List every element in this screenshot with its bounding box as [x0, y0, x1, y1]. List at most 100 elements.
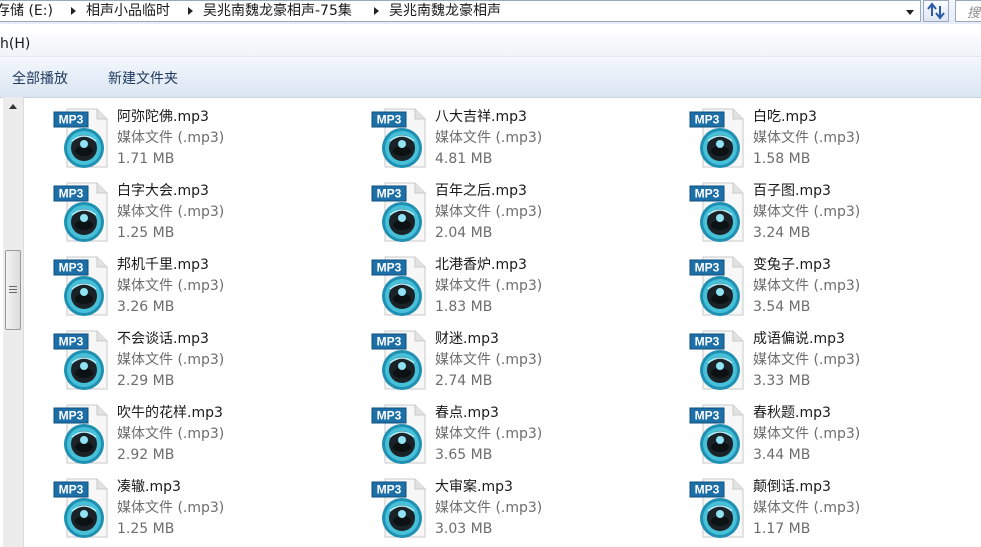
scroll-up-arrow-icon[interactable]: [9, 104, 17, 109]
file-item[interactable]: MP3 财迷.mp3 媒体文件 (.mp3) 2.74 MB: [371, 329, 671, 395]
svg-text:MP3: MP3: [59, 187, 84, 201]
file-item[interactable]: MP3 百年之后.mp3 媒体文件 (.mp3) 2.04 MB: [371, 181, 671, 247]
file-name: 成语偏说.mp3: [753, 331, 845, 347]
svg-text:MP3: MP3: [695, 187, 720, 201]
file-item[interactable]: MP3 凑辙.mp3 媒体文件 (.mp3) 1.25 MB: [53, 477, 353, 543]
file-name: 白吃.mp3: [753, 109, 817, 125]
file-type: 媒体文件 (.mp3): [435, 500, 543, 516]
file-name: 春点.mp3: [435, 405, 499, 421]
file-name: 凑辙.mp3: [117, 479, 181, 495]
mp3-file-icon: MP3: [689, 478, 744, 538]
file-item[interactable]: MP3 八大吉祥.mp3 媒体文件 (.mp3) 4.81 MB: [371, 107, 671, 173]
file-name: 阿弥陀佛.mp3: [117, 109, 209, 125]
file-name: 百子图.mp3: [753, 183, 831, 199]
breadcrumb-folder-2[interactable]: 吴兆南魏龙豪相声-75集: [203, 2, 352, 20]
mp3-file-icon: MP3: [689, 330, 744, 390]
file-size: 1.25 MB: [117, 225, 175, 241]
mp3-file-icon: MP3: [53, 256, 108, 316]
svg-text:MP3: MP3: [377, 187, 402, 201]
svg-text:MP3: MP3: [377, 113, 402, 127]
svg-text:MP3: MP3: [695, 483, 720, 497]
file-type: 媒体文件 (.mp3): [435, 426, 543, 442]
breadcrumb-folder-1[interactable]: 相声小品临时: [86, 2, 170, 20]
svg-text:MP3: MP3: [59, 261, 84, 275]
svg-text:MP3: MP3: [695, 261, 720, 275]
file-item[interactable]: MP3 白字大会.mp3 媒体文件 (.mp3) 1.25 MB: [53, 181, 353, 247]
file-type: 媒体文件 (.mp3): [435, 278, 543, 294]
file-type: 媒体文件 (.mp3): [435, 130, 543, 146]
file-type: 媒体文件 (.mp3): [117, 426, 225, 442]
file-size: 1.17 MB: [753, 521, 811, 537]
svg-text:MP3: MP3: [59, 409, 84, 423]
address-bar: 存储 (E:) 相声小品临时 吴兆南魏龙豪相声-75集 吴兆南魏龙豪相声 搜: [0, 0, 981, 24]
file-name: 颠倒话.mp3: [753, 479, 831, 495]
file-item[interactable]: MP3 颠倒话.mp3 媒体文件 (.mp3) 1.17 MB: [689, 477, 981, 543]
mp3-file-icon: MP3: [689, 108, 744, 168]
address-history-dropdown-icon[interactable]: [900, 1, 920, 23]
file-size: 1.58 MB: [753, 151, 811, 167]
mp3-file-icon: MP3: [53, 108, 108, 168]
file-size: 3.54 MB: [753, 299, 811, 315]
play-all-button[interactable]: 全部播放: [12, 68, 68, 88]
file-item[interactable]: MP3 白吃.mp3 媒体文件 (.mp3) 1.58 MB: [689, 107, 981, 173]
file-size: 3.03 MB: [435, 521, 493, 537]
file-item[interactable]: MP3 不会谈话.mp3 媒体文件 (.mp3) 2.29 MB: [53, 329, 353, 395]
file-size: 1.71 MB: [117, 151, 175, 167]
file-name: 白字大会.mp3: [117, 183, 209, 199]
file-size: 2.92 MB: [117, 447, 175, 463]
svg-text:MP3: MP3: [695, 113, 720, 127]
mp3-file-icon: MP3: [689, 182, 744, 242]
file-name: 大审案.mp3: [435, 479, 513, 495]
file-item[interactable]: MP3 阿弥陀佛.mp3 媒体文件 (.mp3) 1.71 MB: [53, 107, 353, 173]
breadcrumb-drive[interactable]: 存储 (E:): [0, 2, 53, 20]
file-name: 吹牛的花样.mp3: [117, 405, 223, 421]
file-size: 2.74 MB: [435, 373, 493, 389]
breadcrumb-separator-icon[interactable]: [71, 7, 76, 15]
svg-text:MP3: MP3: [377, 261, 402, 275]
command-bar: 全部播放 新建文件夹: [0, 57, 981, 98]
file-name: 邦机千里.mp3: [117, 257, 209, 273]
file-type: 媒体文件 (.mp3): [117, 130, 225, 146]
scrollbar-thumb[interactable]: [5, 250, 21, 330]
file-item[interactable]: MP3 春点.mp3 媒体文件 (.mp3) 3.65 MB: [371, 403, 671, 469]
mp3-file-icon: MP3: [371, 256, 426, 316]
file-item[interactable]: MP3 百子图.mp3 媒体文件 (.mp3) 3.24 MB: [689, 181, 981, 247]
file-type: 媒体文件 (.mp3): [117, 278, 225, 294]
file-type: 媒体文件 (.mp3): [117, 500, 225, 516]
file-name: 百年之后.mp3: [435, 183, 527, 199]
file-name: 春秋题.mp3: [753, 405, 831, 421]
file-type: 媒体文件 (.mp3): [435, 204, 543, 220]
menu-bar: h(H): [0, 34, 981, 57]
refresh-button[interactable]: [923, 0, 949, 22]
search-input[interactable]: 搜: [955, 0, 981, 22]
file-type: 媒体文件 (.mp3): [753, 426, 861, 442]
menu-help[interactable]: h(H): [0, 36, 30, 52]
new-folder-button[interactable]: 新建文件夹: [108, 68, 178, 88]
breadcrumb[interactable]: 存储 (E:) 相声小品临时 吴兆南魏龙豪相声-75集 吴兆南魏龙豪相声: [0, 0, 921, 22]
file-size: 3.44 MB: [753, 447, 811, 463]
mp3-file-icon: MP3: [53, 404, 108, 464]
mp3-file-icon: MP3: [371, 478, 426, 538]
file-item[interactable]: MP3 邦机千里.mp3 媒体文件 (.mp3) 3.26 MB: [53, 255, 353, 321]
vertical-scrollbar[interactable]: [3, 97, 24, 547]
file-size: 3.33 MB: [753, 373, 811, 389]
svg-text:MP3: MP3: [59, 335, 84, 349]
file-item[interactable]: MP3 春秋题.mp3 媒体文件 (.mp3) 3.44 MB: [689, 403, 981, 469]
file-type: 媒体文件 (.mp3): [117, 204, 225, 220]
breadcrumb-separator-icon[interactable]: [374, 7, 379, 15]
file-type: 媒体文件 (.mp3): [753, 278, 861, 294]
mp3-file-icon: MP3: [371, 108, 426, 168]
file-item[interactable]: MP3 北港香炉.mp3 媒体文件 (.mp3) 1.83 MB: [371, 255, 671, 321]
file-item[interactable]: MP3 变兔子.mp3 媒体文件 (.mp3) 3.54 MB: [689, 255, 981, 321]
mp3-file-icon: MP3: [689, 404, 744, 464]
file-type: 媒体文件 (.mp3): [117, 352, 225, 368]
file-item[interactable]: MP3 吹牛的花样.mp3 媒体文件 (.mp3) 2.92 MB: [53, 403, 353, 469]
file-type: 媒体文件 (.mp3): [753, 500, 861, 516]
breadcrumb-current-folder[interactable]: 吴兆南魏龙豪相声: [389, 2, 501, 20]
file-name: 八大吉祥.mp3: [435, 109, 527, 125]
svg-text:MP3: MP3: [377, 335, 402, 349]
file-item[interactable]: MP3 大审案.mp3 媒体文件 (.mp3) 3.03 MB: [371, 477, 671, 543]
breadcrumb-separator-icon[interactable]: [188, 7, 193, 15]
file-name: 财迷.mp3: [435, 331, 499, 347]
file-item[interactable]: MP3 成语偏说.mp3 媒体文件 (.mp3) 3.33 MB: [689, 329, 981, 395]
